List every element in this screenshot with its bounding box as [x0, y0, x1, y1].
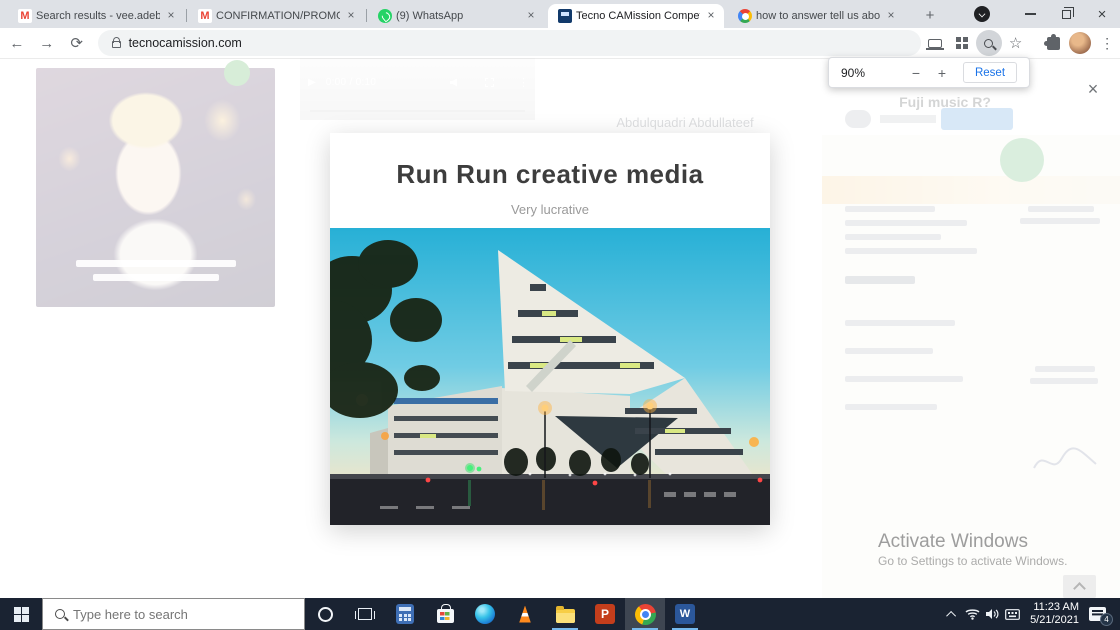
- powerpoint-icon: P: [595, 604, 615, 624]
- apps-grid-icon[interactable]: [949, 30, 975, 56]
- gmail-icon: M: [18, 9, 32, 23]
- keyboard-button[interactable]: [1002, 598, 1022, 630]
- tab-tecno-camission-active[interactable]: Tecno CAMission Competiti ×: [548, 4, 724, 28]
- chevron-up-icon: [946, 610, 956, 620]
- whatsapp-icon: [378, 9, 392, 23]
- task-view-icon: [358, 608, 372, 620]
- tab-google-search[interactable]: how to answer tell us about y ×: [728, 4, 904, 28]
- wifi-button[interactable]: [962, 598, 982, 630]
- forward-icon[interactable]: →: [34, 30, 60, 56]
- tab-separator: [366, 9, 367, 22]
- bookmark-star-icon[interactable]: ☆: [1003, 30, 1029, 56]
- entry-subtitle: Very lucrative: [330, 202, 770, 217]
- page-content: ▶ 0:00 / 0:10 ⋮ Abdulquadri Abdullateef …: [0, 58, 1120, 598]
- cortana-icon: [318, 607, 333, 622]
- calculator-button[interactable]: [385, 598, 425, 630]
- volume-button[interactable]: [982, 598, 1002, 630]
- restore-button[interactable]: [1048, 0, 1084, 28]
- tab-strip: M Search results - vee.adebileje × M CON…: [0, 0, 1120, 28]
- action-center-button[interactable]: 4: [1089, 607, 1106, 621]
- browser-window: M Search results - vee.adebileje × M CON…: [0, 0, 1120, 630]
- new-tab-button[interactable]: +: [918, 5, 942, 27]
- reload-icon[interactable]: ⟳: [64, 30, 90, 56]
- tab-whatsapp[interactable]: (9) WhatsApp ×: [368, 4, 544, 28]
- send-to-devices-icon[interactable]: [922, 30, 948, 56]
- taskbar-search[interactable]: [42, 598, 305, 630]
- search-icon: [55, 609, 65, 619]
- address-bar[interactable]: tecnocamission.com: [98, 30, 921, 56]
- vlc-button[interactable]: [505, 598, 545, 630]
- speaker-icon: [985, 608, 999, 620]
- back-icon[interactable]: ←: [4, 30, 30, 56]
- tab-title: CONFIRMATION/PROMOTIO: [216, 10, 340, 22]
- entry-modal: Run Run creative media Very lucrative: [330, 133, 770, 525]
- tab-separator: [186, 9, 187, 22]
- task-view-button[interactable]: [345, 598, 385, 630]
- vlc-icon: [516, 606, 534, 623]
- taskbar-clock[interactable]: 11:23 AM 5/21/2021: [1030, 601, 1079, 627]
- zoom-level: 90%: [841, 66, 903, 80]
- chrome-update-icon[interactable]: [974, 6, 990, 22]
- browser-toolbar: ← → ⟳ tecnocamission.com ☆ ⋮: [0, 28, 1120, 58]
- tab-close-icon[interactable]: ×: [524, 9, 538, 23]
- tab-close-icon[interactable]: ×: [884, 9, 898, 23]
- profile-avatar[interactable]: [1067, 30, 1093, 56]
- word-icon: W: [675, 604, 695, 624]
- activate-windows-watermark: Activate Windows: [878, 531, 1028, 553]
- entry-title: Run Run creative media: [330, 159, 770, 190]
- close-window-button[interactable]: ×: [1084, 0, 1120, 28]
- tab-close-icon[interactable]: ×: [164, 9, 178, 23]
- scroll-to-top-button[interactable]: [1063, 575, 1096, 598]
- tab-close-icon[interactable]: ×: [704, 9, 718, 23]
- tab-title: Tecno CAMission Competiti: [576, 10, 700, 22]
- windows-taskbar: P W: [0, 598, 1120, 630]
- zoom-in-button[interactable]: +: [929, 65, 955, 81]
- chrome-button-active[interactable]: [625, 598, 665, 630]
- url-text: tecnocamission.com: [129, 36, 242, 50]
- folder-icon: [556, 609, 575, 623]
- minimize-button[interactable]: [1012, 0, 1048, 28]
- zoom-reset-button[interactable]: Reset: [963, 62, 1017, 83]
- tray-expand-button[interactable]: [942, 598, 962, 630]
- edge-button[interactable]: [465, 598, 505, 630]
- zoom-popup: 90% − + Reset: [828, 57, 1030, 88]
- tab-title: Search results - vee.adebileje: [36, 10, 160, 22]
- cortana-button[interactable]: [305, 598, 345, 630]
- zoom-icon[interactable]: [976, 30, 1002, 56]
- tab-close-icon[interactable]: ×: [344, 9, 358, 23]
- wifi-icon: [965, 608, 980, 620]
- google-icon: [738, 9, 752, 23]
- activate-windows-subtext: Go to Settings to activate Windows.: [878, 554, 1067, 568]
- zoom-out-button[interactable]: −: [903, 65, 929, 81]
- building-photo: [330, 228, 770, 525]
- notification-badge: 4: [1100, 613, 1113, 626]
- window-controls: ×: [974, 0, 1120, 28]
- tecno-favicon-icon: [558, 9, 572, 23]
- tab-gmail-search[interactable]: M Search results - vee.adebileje ×: [8, 4, 184, 28]
- clock-time: 11:23 AM: [1030, 601, 1079, 614]
- calculator-icon: [396, 604, 414, 624]
- keyboard-icon: [1005, 609, 1020, 620]
- system-tray: 11:23 AM 5/21/2021 4: [942, 598, 1120, 630]
- lock-icon: [112, 41, 121, 48]
- modal-close-icon[interactable]: ×: [1082, 78, 1104, 100]
- browser-menu-icon[interactable]: ⋮: [1094, 30, 1120, 56]
- tab-title: (9) WhatsApp: [396, 10, 520, 22]
- gmail-icon: M: [198, 9, 212, 23]
- tab-gmail-confirmation[interactable]: M CONFIRMATION/PROMOTIO ×: [188, 4, 364, 28]
- edge-icon: [475, 604, 495, 624]
- clock-date: 5/21/2021: [1030, 614, 1079, 627]
- tab-title: how to answer tell us about y: [756, 10, 880, 22]
- windows-logo-icon: [14, 607, 29, 622]
- word-button[interactable]: W: [665, 598, 705, 630]
- chrome-icon: [635, 604, 656, 625]
- start-button[interactable]: [0, 598, 42, 630]
- microsoft-store-button[interactable]: [425, 598, 465, 630]
- file-explorer-button[interactable]: [545, 598, 585, 630]
- extensions-puzzle-icon[interactable]: [1040, 30, 1066, 56]
- powerpoint-button[interactable]: P: [585, 598, 625, 630]
- store-icon: [437, 609, 454, 623]
- taskbar-search-input[interactable]: [73, 607, 273, 622]
